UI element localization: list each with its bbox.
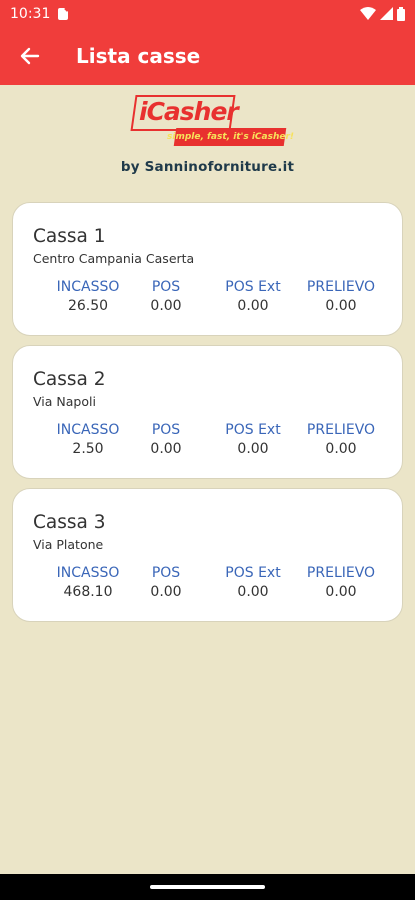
logo-tagline: simple, fast, it's iCasher! (166, 132, 294, 142)
pos-ext-label: POS Ext (225, 565, 281, 581)
incasso-label: INCASSO (56, 565, 120, 581)
col-prelievo: PRELIEVO 0.00 (296, 422, 386, 457)
incasso-value: 26.50 (67, 298, 109, 314)
pos-value: 0.00 (150, 298, 182, 314)
register-location: Via Napoli (33, 394, 96, 409)
pos-label: POS (151, 422, 181, 438)
pos-ext-value: 0.00 (237, 298, 269, 314)
icasher-logo: iCasher simple, fast, it's iCasher! (130, 95, 294, 147)
logo-main-text: iCasher (139, 97, 239, 126)
incasso-value: 468.10 (63, 584, 113, 600)
register-card-1[interactable]: Cassa 1 Centro Campania Caserta INCASSO 2… (12, 202, 403, 336)
register-totals: INCASSO 468.10 POS 0.00 POS Ext 0.00 PRELIE… (13, 565, 404, 605)
pos-ext-label: POS Ext (225, 422, 281, 438)
col-incasso: INCASSO 2.50 (43, 422, 133, 457)
col-prelievo: PRELIEVO 0.00 (296, 279, 386, 314)
col-prelievo: PRELIEVO 0.00 (296, 565, 386, 600)
prelievo-value: 0.00 (325, 298, 357, 314)
logo-byline: by Sanninoforniture.it (120, 159, 295, 175)
register-name: Cassa 2 (33, 369, 106, 390)
wifi-icon (360, 7, 376, 20)
logo-area: iCasher simple, fast, it's iCasher! by S… (0, 85, 415, 185)
app-bar: Lista casse (0, 27, 415, 85)
system-nav-bar (0, 874, 415, 900)
pos-label: POS (151, 565, 181, 581)
col-pos: POS 0.00 (121, 422, 211, 457)
logo-tagline-box: simple, fast, it's iCasher! (167, 128, 294, 146)
back-button[interactable] (0, 27, 60, 85)
col-pos: POS 0.00 (121, 565, 211, 600)
register-totals: INCASSO 26.50 POS 0.00 POS Ext 0.00 PRELIEV… (13, 279, 404, 319)
register-location: Via Platone (33, 537, 104, 552)
col-incasso: INCASSO 26.50 (43, 279, 133, 314)
pos-ext-label: POS Ext (225, 279, 281, 295)
signal-icon (380, 7, 393, 20)
incasso-label: INCASSO (56, 279, 120, 295)
prelievo-label: PRELIEVO (306, 279, 376, 295)
pos-ext-value: 0.00 (237, 441, 269, 457)
status-icons (360, 6, 405, 21)
incasso-value: 2.50 (72, 441, 104, 457)
register-location: Centro Campania Caserta (33, 251, 195, 266)
col-pos-ext: POS Ext 0.00 (208, 279, 298, 314)
prelievo-value: 0.00 (325, 584, 357, 600)
battery-icon (397, 6, 405, 21)
sd-card-icon (58, 7, 69, 20)
arrow-left-icon (20, 47, 40, 65)
status-bar: 10:31 (0, 0, 415, 27)
pos-ext-value: 0.00 (237, 584, 269, 600)
status-time: 10:31 (10, 5, 51, 22)
prelievo-value: 0.00 (325, 441, 357, 457)
pos-label: POS (151, 279, 181, 295)
register-totals: INCASSO 2.50 POS 0.00 POS Ext 0.00 PRELIEVO… (13, 422, 404, 462)
col-incasso: INCASSO 468.10 (43, 565, 133, 600)
home-gesture-handle[interactable] (150, 885, 265, 889)
prelievo-label: PRELIEVO (306, 565, 376, 581)
prelievo-label: PRELIEVO (306, 422, 376, 438)
col-pos-ext: POS Ext 0.00 (208, 422, 298, 457)
pos-value: 0.00 (150, 441, 182, 457)
pos-value: 0.00 (150, 584, 182, 600)
register-card-3[interactable]: Cassa 3 Via Platone INCASSO 468.10 POS 0.0… (12, 488, 403, 622)
col-pos-ext: POS Ext 0.00 (208, 565, 298, 600)
register-name: Cassa 3 (33, 512, 106, 533)
register-card-2[interactable]: Cassa 2 Via Napoli INCASSO 2.50 POS 0.00 P… (12, 345, 403, 479)
incasso-label: INCASSO (56, 422, 120, 438)
col-pos: POS 0.00 (121, 279, 211, 314)
page-title: Lista casse (76, 44, 201, 68)
register-name: Cassa 1 (33, 226, 106, 247)
